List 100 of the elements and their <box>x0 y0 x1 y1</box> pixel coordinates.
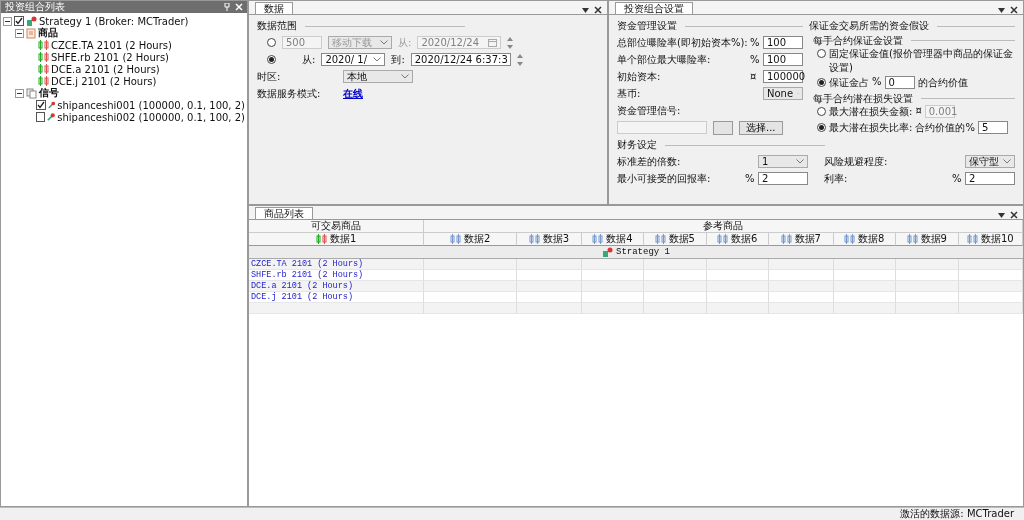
close-icon[interactable] <box>1010 211 1018 219</box>
input-field[interactable]: 0 <box>884 76 915 89</box>
close-icon[interactable] <box>594 6 602 14</box>
tree-item[interactable]: Strategy 1 (Broker: MCTrader) <box>39 15 189 27</box>
service-mode-link[interactable]: 在线 <box>343 86 363 101</box>
table-cell <box>581 303 645 314</box>
document-icon <box>26 27 36 39</box>
option-label: 最大潜在损失比率: <box>829 121 913 135</box>
signal-icon <box>47 100 56 110</box>
dropdown-arrow-icon[interactable] <box>582 7 589 13</box>
radio-button[interactable] <box>267 55 276 64</box>
column-header[interactable]: 数据4 <box>581 233 645 246</box>
panel-tab[interactable]: 数据 <box>255 2 293 14</box>
column-header[interactable]: 数据1 <box>249 233 425 246</box>
column-header[interactable]: 数据2 <box>424 233 518 246</box>
input-field[interactable]: 100 <box>763 36 803 49</box>
panel-tab[interactable]: 商品列表 <box>255 207 313 219</box>
calendar-icon <box>488 38 498 47</box>
column-header[interactable]: 数据7 <box>769 233 834 246</box>
field-label: 总部位曝险率(即初始资本%): <box>617 35 747 50</box>
input-field[interactable]: 0.001 <box>924 105 955 118</box>
pin-icon[interactable] <box>224 3 230 11</box>
tree-item[interactable]: shipanceshi001 (100000, 0.1, 100, 2) <box>57 99 245 111</box>
timezone-dropdown[interactable]: 本地 <box>343 70 413 83</box>
section-title: 财务设定 <box>617 138 657 152</box>
tree-item[interactable]: DCE.a 2101 (2 Hours) <box>51 63 160 75</box>
column-header[interactable]: 数据6 <box>706 233 770 246</box>
bars-icon <box>844 234 856 244</box>
input-field[interactable]: 100 <box>763 53 803 66</box>
group-title: 每手合约潜在损失设置 <box>813 91 913 106</box>
currency-dropdown[interactable]: None <box>763 87 803 100</box>
field-label: 最小可接受的回报率: <box>617 171 712 186</box>
to-label: 到: <box>391 52 405 67</box>
checkbox[interactable] <box>35 100 46 110</box>
bars-icon <box>316 234 327 244</box>
bars-icon <box>38 52 49 62</box>
field-label: 基币: <box>617 86 642 101</box>
dropdown[interactable]: 1 <box>758 155 808 168</box>
tree-item[interactable]: DCE.j 2101 (2 Hours) <box>51 75 157 87</box>
bars-icon <box>906 234 918 244</box>
input-field[interactable]: 2 <box>758 172 808 185</box>
input-field[interactable]: 5 <box>977 121 1008 134</box>
from-date-field[interactable]: 2020/12/24 <box>417 36 502 49</box>
checkbox[interactable] <box>14 16 24 26</box>
radio-button[interactable] <box>817 78 826 87</box>
table-cell <box>581 281 645 292</box>
field-label: 初始资本: <box>617 69 662 84</box>
bars-icon <box>592 234 604 244</box>
close-icon[interactable] <box>1010 6 1018 14</box>
panel-tab[interactable]: 投资组合设置 <box>615 2 693 14</box>
select-button[interactable]: 选择... <box>739 120 783 135</box>
count-field[interactable]: 500 <box>282 36 322 49</box>
signal-icon <box>47 112 56 122</box>
table-cell <box>769 281 834 292</box>
bars-icon <box>780 234 792 244</box>
pages-icon <box>26 87 37 99</box>
bars-icon <box>654 234 666 244</box>
tree-item[interactable]: 信号 <box>39 86 59 100</box>
strategy-icon <box>602 246 613 258</box>
tree-item[interactable]: CZCE.TA 2101 (2 Hours) <box>51 39 172 51</box>
radio-button[interactable] <box>817 123 826 132</box>
collapse-icon[interactable] <box>3 16 12 26</box>
field-label: 风险规避程度: <box>824 154 889 169</box>
unit-label: % <box>952 173 962 184</box>
dropdown[interactable]: 保守型 <box>965 155 1015 168</box>
option-label: 最大潜在损失金额: <box>829 105 913 119</box>
column-header[interactable]: 数据9 <box>896 233 959 246</box>
radio-button[interactable] <box>817 49 826 58</box>
to-date-field[interactable]: 2020/12/24 6:37:3 <box>410 53 511 66</box>
signal-field[interactable] <box>617 121 707 134</box>
section-title: 资金管理设置 <box>617 19 677 33</box>
suffix-label: 的合约价值 <box>917 76 968 90</box>
field-label: 标准差的倍数: <box>617 154 682 169</box>
section-title: 保证金交易所需的资金假设 <box>809 19 929 33</box>
table-cell <box>517 303 582 314</box>
dropdown-arrow-icon[interactable] <box>998 7 1005 13</box>
spin-icon[interactable] <box>507 36 514 49</box>
radio-button[interactable] <box>267 38 276 47</box>
tree-item[interactable]: shipanceshi002 (100000, 0.1, 100, 2) <box>57 111 245 123</box>
column-header[interactable]: 数据8 <box>833 233 896 246</box>
dropdown-arrow-icon[interactable] <box>998 212 1005 218</box>
table-cell <box>896 303 959 314</box>
table-cell <box>833 303 896 314</box>
column-header[interactable]: 数据10 <box>958 233 1023 246</box>
input-field[interactable]: 100000 <box>763 70 803 83</box>
tree-item[interactable]: SHFE.rb 2101 (2 Hours) <box>51 51 170 63</box>
table-cell <box>896 281 959 292</box>
collapse-icon[interactable] <box>15 28 24 38</box>
unit-label: ¤ <box>915 105 922 116</box>
table-cell <box>644 281 707 292</box>
from-date-field[interactable]: 2020/ 1/ <box>321 53 386 66</box>
radio-button[interactable] <box>817 107 826 116</box>
spin-icon[interactable] <box>516 53 523 66</box>
input-field[interactable]: 2 <box>965 172 1015 185</box>
collapse-icon[interactable] <box>15 88 24 98</box>
bars-icon <box>966 234 978 244</box>
column-header[interactable]: 数据3 <box>517 233 582 246</box>
column-header[interactable]: 数据5 <box>644 233 707 246</box>
tree-item[interactable]: 商品 <box>38 26 58 40</box>
checkbox[interactable] <box>36 112 45 122</box>
